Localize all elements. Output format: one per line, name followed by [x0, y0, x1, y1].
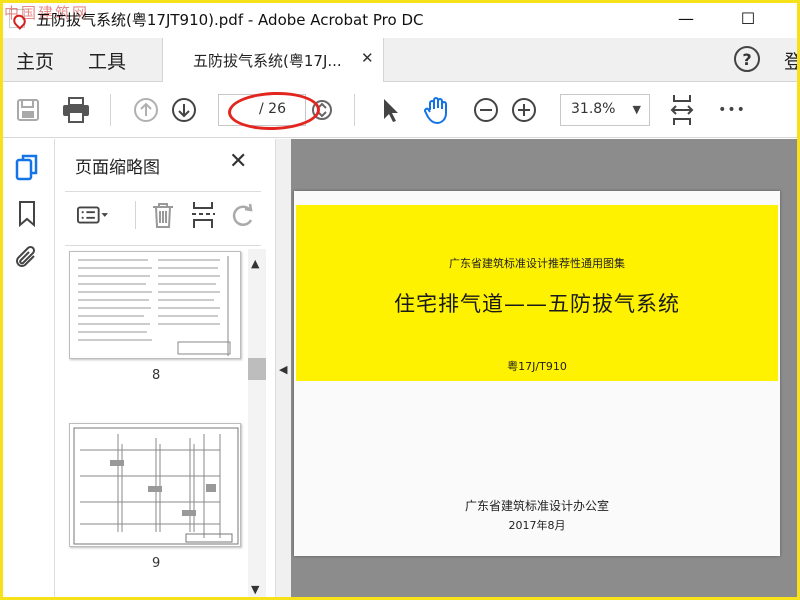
scroll-up-icon[interactable]: ▲ — [251, 257, 259, 270]
panel-divider — [65, 191, 261, 192]
help-icon[interactable]: ? — [734, 46, 760, 72]
chevron-down-icon: ▼ — [632, 103, 641, 116]
zoom-select[interactable]: 31.8% ▼ — [560, 94, 650, 126]
document-publisher: 广东省建筑标准设计办公室 — [464, 499, 609, 513]
zoom-value: 31.8% — [571, 101, 616, 117]
thumbnail-scrollbar[interactable] — [248, 249, 266, 600]
select-arrow-icon[interactable] — [374, 94, 406, 126]
toolbar-divider — [135, 201, 136, 229]
minimize-button[interactable]: — — [666, 4, 706, 32]
insert-page-icon[interactable] — [187, 199, 219, 231]
home-tab[interactable]: 主页 — [16, 47, 54, 74]
document-heading: 住宅排气道——五防拔气系统 — [394, 292, 680, 316]
window-title: 五防拔气系统(粤17JT910).pdf - Adobe Acrobat Pro… — [36, 11, 424, 29]
document-tab-label: 五防拔气系统(粤17J... — [193, 52, 342, 70]
tools-tab[interactable]: 工具 — [88, 47, 126, 74]
options-icon[interactable] — [77, 199, 109, 231]
zoom-out-icon[interactable] — [470, 94, 502, 126]
pdf-page: 广东省建筑标准设计推荐性通用图集 住宅排气道——五防拔气系统 粤17J/T910… — [294, 191, 780, 556]
thumbnails-panel: 页面缩略图 ✕ 8 9 ▲ ▼ — [55, 139, 275, 600]
pages-icon[interactable] — [10, 151, 44, 185]
panel-title: 页面缩略图 — [75, 158, 160, 178]
hand-icon[interactable] — [421, 94, 453, 126]
sign-in-link[interactable]: 登 — [784, 47, 800, 74]
cover-band: 广东省建筑标准设计推荐性通用图集 住宅排气道——五防拔气系统 粤17J/T910 — [296, 205, 778, 381]
fit-page-icon[interactable] — [666, 94, 698, 126]
page-thumbnail[interactable] — [69, 423, 241, 547]
thumbnail-page-number: 9 — [152, 556, 161, 571]
delete-icon[interactable] — [147, 199, 179, 231]
document-tab[interactable]: 五防拔气系统(粤17J... ✕ — [162, 38, 384, 82]
thumbnail-page-number: 8 — [152, 368, 161, 383]
navigation-rail — [0, 139, 55, 600]
paperclip-icon[interactable] — [10, 241, 44, 275]
menu-bar: 主页 工具 五防拔气系统(粤17J... ✕ ? 登 — [0, 38, 800, 82]
collapse-panel-icon[interactable]: ◀ — [279, 363, 287, 376]
scroll-down-icon[interactable]: ▼ — [251, 583, 259, 596]
close-panel-icon[interactable]: ✕ — [229, 149, 247, 174]
document-date: 2017年8月 — [508, 519, 566, 532]
print-icon[interactable] — [60, 94, 92, 126]
panel-divider — [65, 245, 261, 246]
more-icon[interactable]: ••• — [716, 94, 748, 126]
title-bar: 中国建筑网 五防拔气系统(粤17JT910).pdf - Adobe Acrob… — [0, 0, 800, 38]
toolbar-divider — [354, 94, 355, 126]
save-icon[interactable] — [12, 94, 44, 126]
bookmark-icon[interactable] — [10, 197, 44, 231]
document-view[interactable]: 广东省建筑标准设计推荐性通用图集 住宅排气道——五防拔气系统 粤17J/T910… — [291, 139, 800, 600]
scrollbar-thumb[interactable] — [248, 358, 266, 380]
zoom-in-icon[interactable] — [508, 94, 540, 126]
toolbar: / 26 31.8% ▼ ••• — [0, 82, 800, 138]
prev-page-icon[interactable] — [130, 94, 162, 126]
toolbar-divider — [110, 94, 111, 126]
document-series: 广东省建筑标准设计推荐性通用图集 — [449, 257, 625, 270]
rotate-icon[interactable] — [227, 199, 259, 231]
maximize-button[interactable]: ☐ — [728, 4, 768, 32]
document-code: 粤17J/T910 — [507, 360, 567, 373]
next-page-icon[interactable] — [168, 94, 200, 126]
close-tab-icon[interactable]: ✕ — [361, 49, 374, 67]
page-thumbnail[interactable] — [69, 251, 241, 359]
